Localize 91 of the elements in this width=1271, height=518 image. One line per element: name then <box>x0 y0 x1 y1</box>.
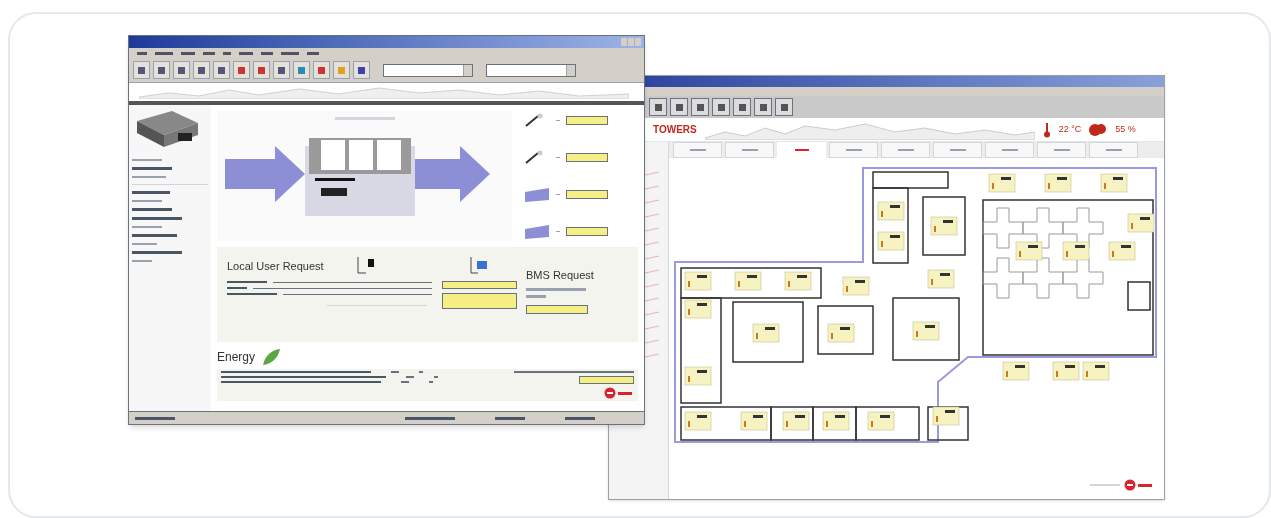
toolbar-button[interactable] <box>293 61 310 79</box>
tab[interactable] <box>881 142 930 158</box>
illegible-text <box>281 51 299 55</box>
toolbar-button[interactable] <box>273 61 290 79</box>
input-field[interactable] <box>566 152 608 162</box>
illegible-text <box>137 51 147 55</box>
tool-icon <box>237 65 246 75</box>
toolbar-button[interactable] <box>173 61 190 79</box>
illegible-text <box>132 234 177 237</box>
toolbar-button[interactable] <box>353 61 370 79</box>
tool-icon <box>337 65 346 75</box>
input-field[interactable] <box>441 293 517 309</box>
illegible-text <box>135 416 175 420</box>
humidity-reading: 55 % <box>1115 122 1136 136</box>
illegible-text <box>334 117 395 120</box>
toolbar-button[interactable] <box>213 61 230 79</box>
illegible-text <box>495 416 525 420</box>
illegible-text <box>565 416 595 420</box>
tab[interactable] <box>673 142 722 158</box>
leaf-icon <box>261 348 282 366</box>
input-field[interactable] <box>441 281 517 289</box>
toolbar-button[interactable] <box>733 98 751 116</box>
tool-icon <box>779 102 789 112</box>
humidity-icon <box>1089 121 1108 138</box>
illegible-text <box>239 51 253 55</box>
input-field[interactable] <box>566 227 608 237</box>
illegible-text <box>203 51 215 55</box>
illegible-text <box>132 208 172 211</box>
tool-icon <box>716 102 726 112</box>
tool-icon <box>674 102 684 112</box>
illegible-text <box>155 51 173 55</box>
illegible-text <box>223 51 231 55</box>
toolbar-button[interactable] <box>313 61 330 79</box>
tool-icon <box>317 65 326 75</box>
tool-icon <box>737 102 747 112</box>
input-field[interactable] <box>566 190 608 200</box>
tool-icon <box>197 65 206 75</box>
toolbar-button[interactable] <box>691 98 709 116</box>
toolbar-button[interactable] <box>712 98 730 116</box>
toolbar-button[interactable] <box>754 98 772 116</box>
illegible-text <box>526 287 586 291</box>
toolbar-button[interactable] <box>153 61 170 79</box>
tab[interactable] <box>829 142 878 158</box>
illegible-text <box>132 251 182 254</box>
dropdown[interactable] <box>486 63 576 77</box>
section-title: BMS Request <box>526 268 595 283</box>
illegible-text <box>261 51 273 55</box>
site-name: TOWERS <box>652 123 697 137</box>
section-title: Energy <box>217 349 256 366</box>
tool-icon <box>357 65 366 75</box>
tool-icon <box>177 65 186 75</box>
section-title: Local User Request <box>227 258 324 274</box>
toolbar-button[interactable] <box>253 61 270 79</box>
tool-icon <box>137 65 146 75</box>
tab[interactable] <box>777 142 826 158</box>
tool-icon <box>217 65 226 75</box>
computer-icon <box>468 255 490 277</box>
toolbar-button[interactable] <box>133 61 150 79</box>
toolbar-button[interactable] <box>670 98 688 116</box>
temperature-reading: 22 °C <box>1058 122 1082 136</box>
toolbar-button[interactable] <box>775 98 793 116</box>
input-field[interactable] <box>526 304 588 314</box>
toolbar-button[interactable] <box>233 61 250 79</box>
brand-logo <box>1124 479 1154 491</box>
thermometer-icon <box>1042 121 1051 138</box>
tab[interactable] <box>933 142 982 158</box>
tool-icon <box>257 65 266 75</box>
toolbar-button[interactable] <box>649 98 667 116</box>
dropdown[interactable] <box>383 63 473 77</box>
input-field[interactable] <box>566 115 608 125</box>
tab[interactable] <box>725 142 774 158</box>
tab[interactable] <box>1089 142 1138 158</box>
illegible-text <box>132 167 172 170</box>
illegible-text <box>132 217 182 220</box>
illegible-text <box>132 191 170 194</box>
tool-icon <box>695 102 705 112</box>
illegible-text <box>307 51 319 55</box>
illegible-text <box>405 416 455 420</box>
tool-icon <box>297 65 306 75</box>
tool-icon <box>758 102 768 112</box>
input-field[interactable] <box>579 376 634 384</box>
damper-icon <box>524 187 550 202</box>
tool-icon <box>277 65 286 75</box>
tab[interactable] <box>1037 142 1086 158</box>
toolbar-button[interactable] <box>193 61 210 79</box>
illegible-text <box>181 51 195 55</box>
tool-icon <box>653 102 663 112</box>
damper-icon <box>524 225 550 239</box>
illegible-text <box>526 294 546 298</box>
tab[interactable] <box>985 142 1034 158</box>
tool-icon <box>157 65 166 75</box>
